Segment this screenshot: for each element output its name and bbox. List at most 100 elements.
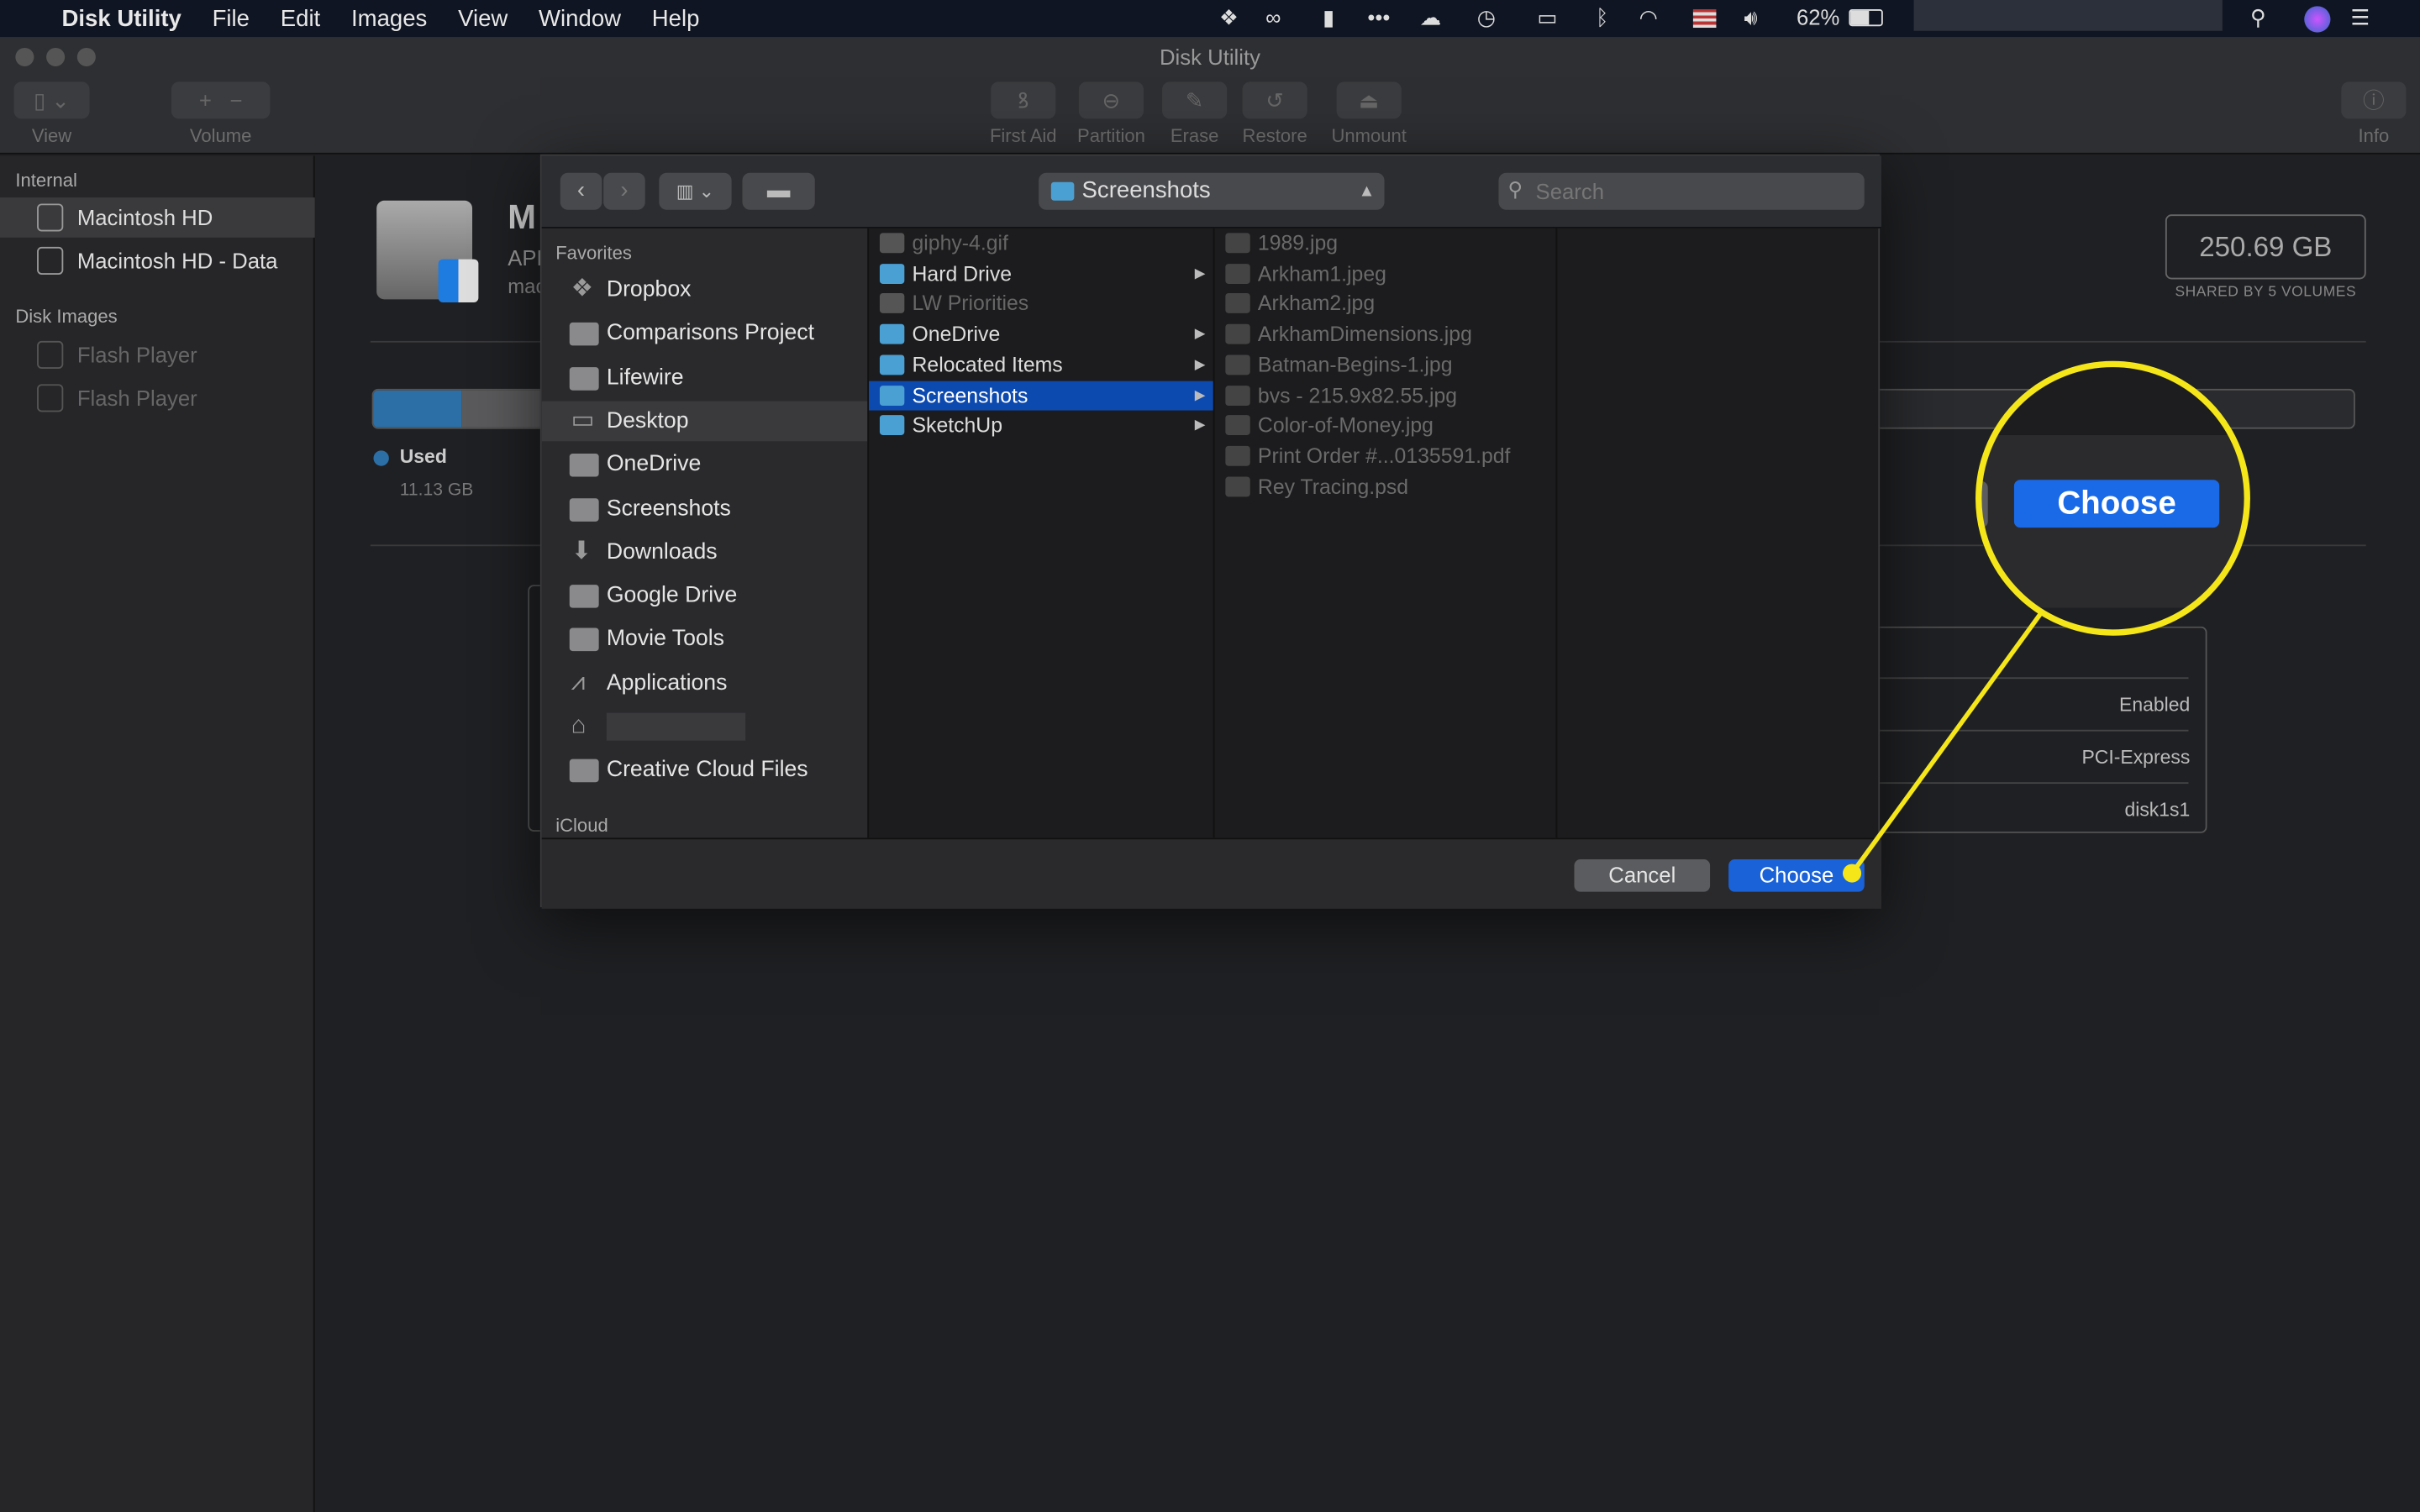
favorite-item[interactable]: Google Drive: [542, 575, 868, 616]
choose-button[interactable]: Choose: [1728, 859, 1865, 892]
image-file-icon: [1225, 415, 1250, 436]
file-row[interactable]: OneDrive ▶: [869, 319, 1213, 349]
dropbox-icon[interactable]: ❖: [1219, 5, 1239, 31]
airplay-icon[interactable]: ▭: [1537, 5, 1557, 31]
favorite-label: Lifewire: [606, 365, 684, 390]
favorite-item[interactable]: Screenshots: [542, 488, 868, 528]
file-name: OneDrive: [912, 323, 1001, 346]
cancel-button[interactable]: Cancel: [1574, 859, 1711, 892]
file-row[interactable]: giphy-4.gif: [869, 228, 1213, 258]
file-row[interactable]: SketchUp ▶: [869, 411, 1213, 440]
sidebar-item-flash-player[interactable]: Flash Player: [0, 335, 315, 375]
favorite-label: Dropbox: [606, 277, 692, 302]
favorite-item[interactable]: ⬇ Downloads: [542, 532, 868, 572]
file-row[interactable]: bvs - 215.9x82.55.jpg: [1215, 381, 1556, 410]
file-row[interactable]: Relocated Items ▶: [869, 350, 1213, 380]
erase-button[interactable]: ✎: [1162, 81, 1228, 119]
battery-percent[interactable]: 62%: [1797, 5, 1839, 29]
wifi-icon[interactable]: ◠: [1639, 5, 1658, 31]
file-row[interactable]: Screenshots ▶: [869, 380, 1213, 410]
menu-help[interactable]: Help: [652, 5, 700, 31]
file-row[interactable]: LW Priorities: [869, 289, 1213, 318]
menu-edit[interactable]: Edit: [281, 5, 320, 31]
window-title: Disk Utility: [1159, 45, 1261, 70]
favorite-item[interactable]: ⌂: [542, 706, 868, 747]
favorite-item[interactable]: Creative Cloud Files: [542, 750, 868, 790]
sidebar-item-macintosh-hd[interactable]: Macintosh HD: [0, 197, 315, 238]
menu-app-name[interactable]: Disk Utility: [61, 5, 181, 31]
disclosure-arrow-icon: ▶: [1194, 386, 1206, 402]
volume-icon[interactable]: 🔊︎: [1744, 5, 1758, 31]
file-row[interactable]: ArkhamDimensions.jpg: [1215, 319, 1556, 349]
image-file-icon: [1225, 354, 1250, 375]
menu-images[interactable]: Images: [351, 5, 427, 31]
us-flag-icon[interactable]: [1692, 9, 1717, 29]
menu-file[interactable]: File: [213, 5, 250, 31]
file-row[interactable]: Hard Drive ▶: [869, 259, 1213, 288]
view-mode-button[interactable]: ▥ ⌄: [659, 172, 732, 210]
unmount-icon: ⏏: [1359, 87, 1380, 113]
volume-title: M: [508, 197, 536, 237]
battery-icon[interactable]: [1849, 9, 1883, 27]
favorite-item[interactable]: ▭ Desktop: [541, 401, 868, 442]
file-row[interactable]: Color-of-Money.jpg: [1215, 411, 1556, 440]
file-row[interactable]: 1989.jpg: [1215, 228, 1556, 258]
siri-icon[interactable]: [2304, 6, 2331, 33]
file-row[interactable]: Batman-Begins-1.jpg: [1215, 350, 1556, 380]
folder-icon: [569, 366, 599, 390]
favorite-label: Screenshots: [606, 496, 731, 521]
favorite-item[interactable]: Movie Tools: [542, 619, 868, 659]
favorite-item[interactable]: ⩘ Applications: [542, 663, 868, 703]
creative-cloud-icon[interactable]: ∞: [1265, 5, 1281, 29]
redacted-home-label: [606, 712, 746, 741]
time-machine-icon[interactable]: ◷: [1477, 5, 1496, 31]
search-input[interactable]: [1498, 172, 1865, 210]
file-row[interactable]: Arkham1.jpeg: [1215, 259, 1556, 288]
menu-view[interactable]: View: [458, 5, 508, 31]
folder-icon: [879, 415, 905, 436]
file-name: LW Priorities: [912, 291, 1029, 316]
restore-button[interactable]: ↺: [1242, 81, 1307, 119]
forward-button[interactable]: ›: [603, 172, 645, 210]
bluetooth-icon[interactable]: ᛒ: [1596, 5, 1608, 29]
favorite-label: OneDrive: [606, 452, 702, 477]
new-folder-icon: ▬: [766, 177, 791, 204]
disclosure-arrow-icon: ▶: [1194, 417, 1206, 433]
new-folder-button[interactable]: ▬: [742, 172, 815, 210]
notification-center-icon[interactable]: ☰: [2350, 5, 2370, 31]
more-icon[interactable]: •••: [1367, 5, 1390, 29]
view-label: View: [31, 124, 72, 147]
folder-icon: [569, 628, 599, 652]
sidebar-item-label: Flash Player: [76, 386, 197, 411]
file-row[interactable]: Arkham2.jpg: [1215, 289, 1556, 318]
downloads-icon: ⬇: [571, 538, 592, 564]
sidebar-item-flash-player-2[interactable]: Flash Player: [0, 378, 315, 418]
partition-button[interactable]: ⊖: [1078, 81, 1144, 119]
info-label: Info: [2358, 124, 2390, 147]
favorite-item[interactable]: Comparisons Project: [542, 313, 868, 354]
notification-icon[interactable]: ▮: [1323, 5, 1334, 31]
columns-icon: ▥ ⌄: [676, 180, 715, 202]
favorite-item[interactable]: Lifewire: [542, 357, 868, 397]
favorites-header: Favorites: [555, 242, 632, 265]
cloud-upload-icon[interactable]: ☁: [1420, 5, 1442, 31]
path-popup[interactable]: Screenshots ▲: [1039, 172, 1385, 210]
back-button[interactable]: ‹: [560, 172, 602, 210]
file-row[interactable]: Rey Tracing.psd: [1215, 471, 1556, 501]
file-row[interactable]: Print Order #...0135591.pdf: [1215, 441, 1556, 470]
volume-add-remove-button[interactable]: + −: [171, 81, 271, 119]
first-aid-button[interactable]: ꝸ: [991, 81, 1056, 119]
erase-label: Erase: [1170, 124, 1219, 147]
redacted-status-items: [1913, 0, 2223, 31]
view-button[interactable]: ▯ ⌄: [13, 81, 90, 119]
unmount-button[interactable]: ⏏: [1336, 81, 1402, 119]
favorite-item[interactable]: ❖ Dropbox: [542, 270, 868, 310]
favorite-label: Desktop: [606, 408, 689, 433]
spotlight-icon[interactable]: ⚲: [2250, 5, 2266, 31]
dialog-sidebar: Favorites ❖ Dropbox Comparisons Project Lif…: [541, 228, 870, 838]
sidebar-item-label: Flash Player: [76, 342, 197, 368]
favorite-item[interactable]: OneDrive: [542, 444, 868, 485]
menu-window[interactable]: Window: [539, 5, 621, 31]
info-button[interactable]: ⓘ: [2341, 81, 2407, 119]
sidebar-item-macintosh-hd-data[interactable]: Macintosh HD - Data: [0, 241, 315, 281]
